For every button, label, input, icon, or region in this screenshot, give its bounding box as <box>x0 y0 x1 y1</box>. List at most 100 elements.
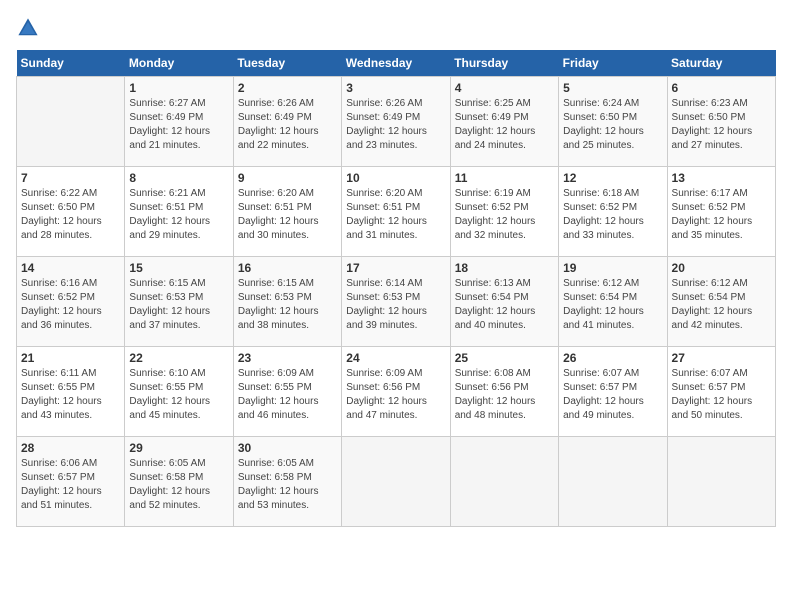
sunset-text: Sunset: 6:54 PM <box>563 292 637 303</box>
sunrise-text: Sunrise: 6:08 AM <box>455 368 531 379</box>
sunset-text: Sunset: 6:57 PM <box>21 472 95 483</box>
day-info: Sunrise: 6:16 AM Sunset: 6:52 PM Dayligh… <box>21 277 120 333</box>
sunset-text: Sunset: 6:57 PM <box>672 382 746 393</box>
sunrise-text: Sunrise: 6:24 AM <box>563 98 639 109</box>
sunset-text: Sunset: 6:52 PM <box>21 292 95 303</box>
day-number: 18 <box>455 261 554 275</box>
calendar-cell: 17 Sunrise: 6:14 AM Sunset: 6:53 PM Dayl… <box>342 257 450 347</box>
daylight-text: Daylight: 12 hours and 52 minutes. <box>129 486 210 511</box>
day-number: 17 <box>346 261 445 275</box>
day-number: 24 <box>346 351 445 365</box>
day-info: Sunrise: 6:25 AM Sunset: 6:49 PM Dayligh… <box>455 97 554 153</box>
day-number: 15 <box>129 261 228 275</box>
calendar-week-4: 21 Sunrise: 6:11 AM Sunset: 6:55 PM Dayl… <box>17 347 776 437</box>
sunset-text: Sunset: 6:55 PM <box>21 382 95 393</box>
daylight-text: Daylight: 12 hours and 29 minutes. <box>129 216 210 241</box>
calendar-cell: 20 Sunrise: 6:12 AM Sunset: 6:54 PM Dayl… <box>667 257 775 347</box>
calendar-cell: 24 Sunrise: 6:09 AM Sunset: 6:56 PM Dayl… <box>342 347 450 437</box>
calendar-cell: 4 Sunrise: 6:25 AM Sunset: 6:49 PM Dayli… <box>450 77 558 167</box>
day-number: 30 <box>238 441 337 455</box>
day-info: Sunrise: 6:05 AM Sunset: 6:58 PM Dayligh… <box>129 457 228 513</box>
day-number: 6 <box>672 81 771 95</box>
calendar-cell: 2 Sunrise: 6:26 AM Sunset: 6:49 PM Dayli… <box>233 77 341 167</box>
daylight-text: Daylight: 12 hours and 43 minutes. <box>21 396 102 421</box>
calendar-cell: 7 Sunrise: 6:22 AM Sunset: 6:50 PM Dayli… <box>17 167 125 257</box>
sunrise-text: Sunrise: 6:16 AM <box>21 278 97 289</box>
day-number: 16 <box>238 261 337 275</box>
daylight-text: Daylight: 12 hours and 35 minutes. <box>672 216 753 241</box>
day-info: Sunrise: 6:21 AM Sunset: 6:51 PM Dayligh… <box>129 187 228 243</box>
day-number: 1 <box>129 81 228 95</box>
weekday-header-thursday: Thursday <box>450 50 558 77</box>
day-number: 23 <box>238 351 337 365</box>
sunset-text: Sunset: 6:53 PM <box>346 292 420 303</box>
sunrise-text: Sunrise: 6:18 AM <box>563 188 639 199</box>
daylight-text: Daylight: 12 hours and 33 minutes. <box>563 216 644 241</box>
sunrise-text: Sunrise: 6:17 AM <box>672 188 748 199</box>
sunrise-text: Sunrise: 6:12 AM <box>563 278 639 289</box>
sunset-text: Sunset: 6:49 PM <box>129 112 203 123</box>
day-info: Sunrise: 6:09 AM Sunset: 6:56 PM Dayligh… <box>346 367 445 423</box>
day-number: 2 <box>238 81 337 95</box>
calendar-cell: 5 Sunrise: 6:24 AM Sunset: 6:50 PM Dayli… <box>559 77 667 167</box>
sunrise-text: Sunrise: 6:15 AM <box>129 278 205 289</box>
daylight-text: Daylight: 12 hours and 30 minutes. <box>238 216 319 241</box>
day-info: Sunrise: 6:11 AM Sunset: 6:55 PM Dayligh… <box>21 367 120 423</box>
day-number: 25 <box>455 351 554 365</box>
daylight-text: Daylight: 12 hours and 22 minutes. <box>238 126 319 151</box>
calendar-cell: 3 Sunrise: 6:26 AM Sunset: 6:49 PM Dayli… <box>342 77 450 167</box>
calendar-cell: 18 Sunrise: 6:13 AM Sunset: 6:54 PM Dayl… <box>450 257 558 347</box>
day-info: Sunrise: 6:07 AM Sunset: 6:57 PM Dayligh… <box>672 367 771 423</box>
calendar-cell: 29 Sunrise: 6:05 AM Sunset: 6:58 PM Dayl… <box>125 437 233 527</box>
sunrise-text: Sunrise: 6:09 AM <box>346 368 422 379</box>
sunrise-text: Sunrise: 6:14 AM <box>346 278 422 289</box>
sunrise-text: Sunrise: 6:23 AM <box>672 98 748 109</box>
weekday-header-monday: Monday <box>125 50 233 77</box>
calendar-cell: 26 Sunrise: 6:07 AM Sunset: 6:57 PM Dayl… <box>559 347 667 437</box>
calendar-table: SundayMondayTuesdayWednesdayThursdayFrid… <box>16 50 776 527</box>
daylight-text: Daylight: 12 hours and 53 minutes. <box>238 486 319 511</box>
daylight-text: Daylight: 12 hours and 37 minutes. <box>129 306 210 331</box>
day-number: 14 <box>21 261 120 275</box>
daylight-text: Daylight: 12 hours and 38 minutes. <box>238 306 319 331</box>
day-number: 4 <box>455 81 554 95</box>
daylight-text: Daylight: 12 hours and 45 minutes. <box>129 396 210 421</box>
day-number: 27 <box>672 351 771 365</box>
sunrise-text: Sunrise: 6:10 AM <box>129 368 205 379</box>
day-info: Sunrise: 6:26 AM Sunset: 6:49 PM Dayligh… <box>346 97 445 153</box>
sunrise-text: Sunrise: 6:13 AM <box>455 278 531 289</box>
daylight-text: Daylight: 12 hours and 39 minutes. <box>346 306 427 331</box>
day-info: Sunrise: 6:15 AM Sunset: 6:53 PM Dayligh… <box>238 277 337 333</box>
calendar-cell: 15 Sunrise: 6:15 AM Sunset: 6:53 PM Dayl… <box>125 257 233 347</box>
day-info: Sunrise: 6:20 AM Sunset: 6:51 PM Dayligh… <box>346 187 445 243</box>
day-number: 7 <box>21 171 120 185</box>
daylight-text: Daylight: 12 hours and 21 minutes. <box>129 126 210 151</box>
day-info: Sunrise: 6:09 AM Sunset: 6:55 PM Dayligh… <box>238 367 337 423</box>
day-info: Sunrise: 6:12 AM Sunset: 6:54 PM Dayligh… <box>563 277 662 333</box>
header <box>16 16 776 40</box>
calendar-cell: 30 Sunrise: 6:05 AM Sunset: 6:58 PM Dayl… <box>233 437 341 527</box>
calendar-cell: 16 Sunrise: 6:15 AM Sunset: 6:53 PM Dayl… <box>233 257 341 347</box>
calendar-cell <box>342 437 450 527</box>
calendar-cell: 12 Sunrise: 6:18 AM Sunset: 6:52 PM Dayl… <box>559 167 667 257</box>
daylight-text: Daylight: 12 hours and 47 minutes. <box>346 396 427 421</box>
weekday-header-sunday: Sunday <box>17 50 125 77</box>
logo-icon <box>16 16 40 40</box>
sunset-text: Sunset: 6:53 PM <box>238 292 312 303</box>
calendar-cell: 1 Sunrise: 6:27 AM Sunset: 6:49 PM Dayli… <box>125 77 233 167</box>
calendar-week-1: 1 Sunrise: 6:27 AM Sunset: 6:49 PM Dayli… <box>17 77 776 167</box>
weekday-header-wednesday: Wednesday <box>342 50 450 77</box>
daylight-text: Daylight: 12 hours and 24 minutes. <box>455 126 536 151</box>
calendar-cell <box>450 437 558 527</box>
calendar-cell: 9 Sunrise: 6:20 AM Sunset: 6:51 PM Dayli… <box>233 167 341 257</box>
calendar-week-5: 28 Sunrise: 6:06 AM Sunset: 6:57 PM Dayl… <box>17 437 776 527</box>
day-info: Sunrise: 6:27 AM Sunset: 6:49 PM Dayligh… <box>129 97 228 153</box>
day-number: 19 <box>563 261 662 275</box>
logo <box>16 16 44 40</box>
daylight-text: Daylight: 12 hours and 36 minutes. <box>21 306 102 331</box>
day-info: Sunrise: 6:07 AM Sunset: 6:57 PM Dayligh… <box>563 367 662 423</box>
sunset-text: Sunset: 6:50 PM <box>21 202 95 213</box>
calendar-cell <box>559 437 667 527</box>
sunrise-text: Sunrise: 6:19 AM <box>455 188 531 199</box>
sunrise-text: Sunrise: 6:21 AM <box>129 188 205 199</box>
